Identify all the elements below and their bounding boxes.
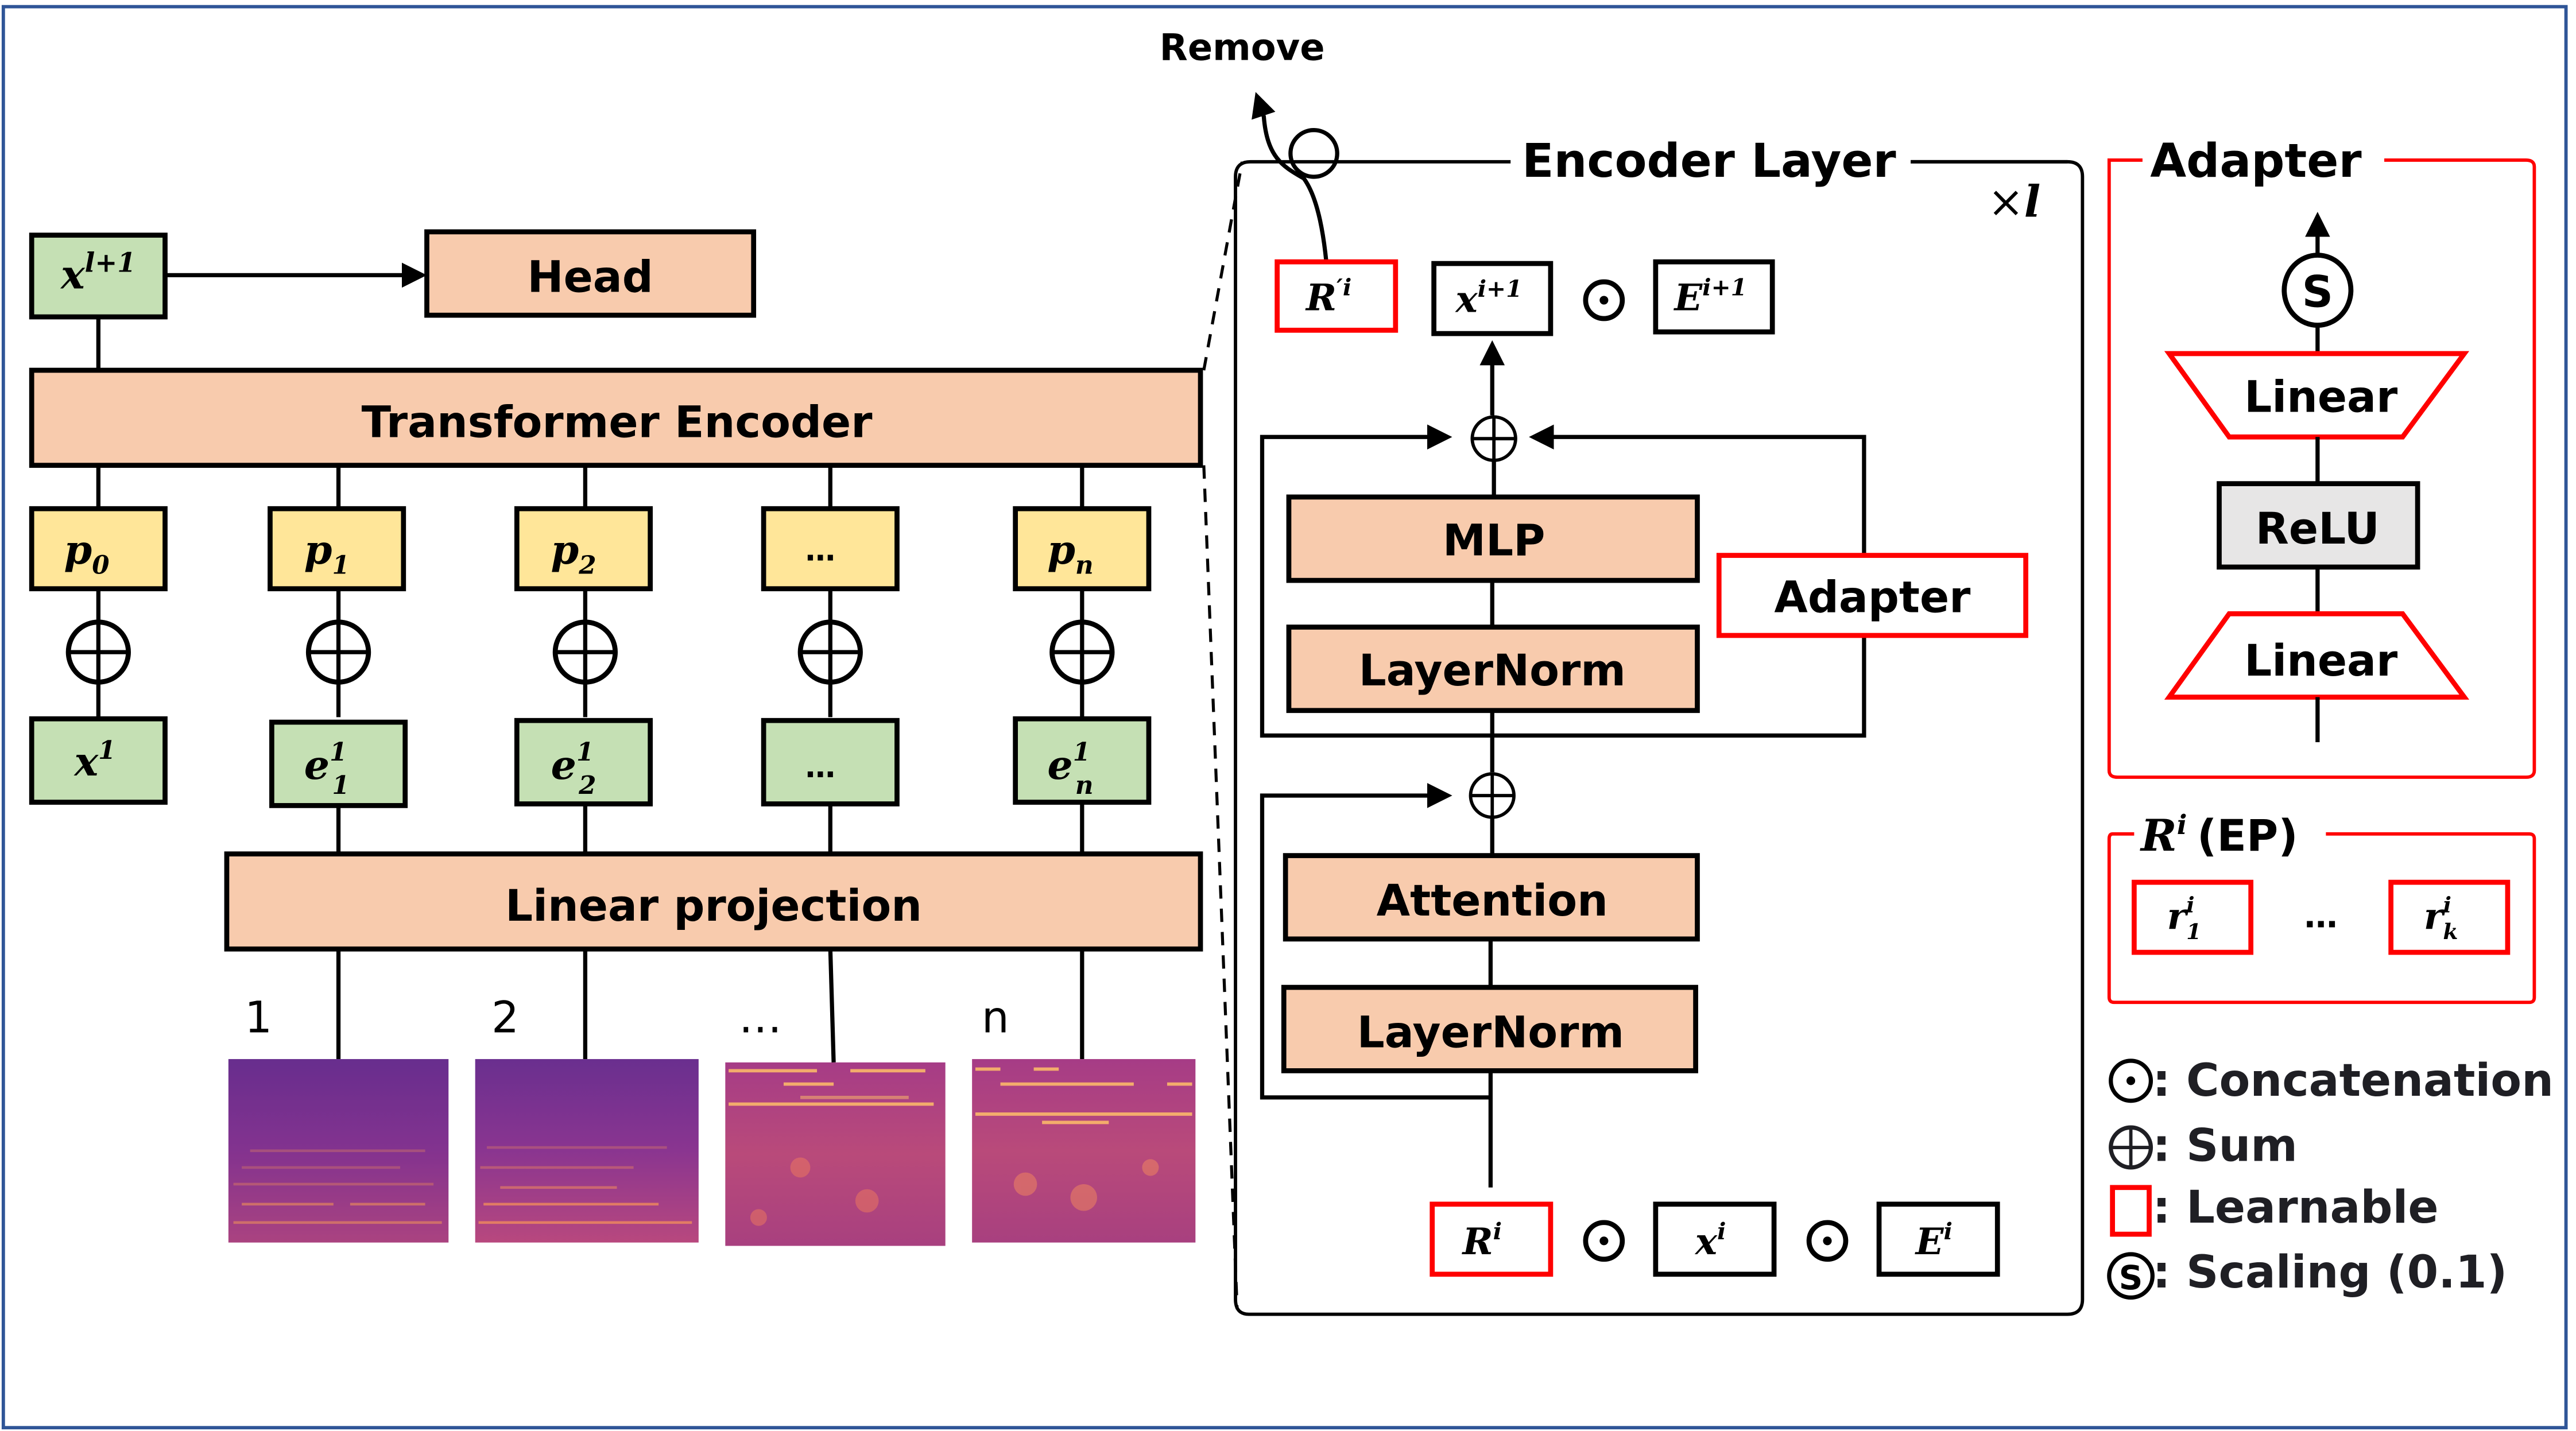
spectrogram-patch [475, 1059, 699, 1243]
encoder-layer-frame [1234, 160, 2085, 1316]
transformer-encoder-label: Transformer Encoder [362, 397, 873, 447]
sum-icon [552, 588, 618, 718]
remove-label: Remove [1160, 27, 1325, 69]
head-label: Head [527, 251, 653, 302]
linear-up-label: Linear [2244, 372, 2398, 422]
relu-label: ReLU [2256, 503, 2380, 554]
learnable-icon [2110, 1185, 2152, 1237]
patch-wire [828, 949, 836, 1062]
concat-icon [1583, 1220, 1625, 1262]
linear-projection-label: Linear projection [505, 881, 922, 931]
sum-icon [1470, 415, 1517, 462]
encoder-layer-title: Encoder Layer [1522, 134, 1896, 188]
adapter-detail-panel: Adapter S Linear ReLU Linear [2107, 134, 2536, 779]
pipeline-panel: xl+1 Head Transformer Encoder p0 p1 p2 …… [29, 229, 1203, 1246]
legend-item-learnable: : Learnable [2110, 1181, 2439, 1237]
expert-prompt-panel: Ri (EP) ri 1 … ri k [2107, 809, 2536, 1005]
mlp-label: MLP [1443, 515, 1545, 566]
repeat-count: ×l [1988, 176, 2040, 227]
sum-icon [1469, 772, 1516, 819]
concat-icon [1806, 1220, 1849, 1262]
token-columns: p0 p1 p2 … pn x1 e1 1 e1 2 … e1 n [29, 465, 1152, 854]
legend-item-scaling: S : Scaling (0.1) [2107, 1246, 2507, 1300]
attention-label: Attention [1377, 875, 1608, 926]
legend-label: : Concatenation [2152, 1054, 2554, 1107]
adapter-label: Adapter [1774, 572, 1971, 622]
patch-index-label: 2 [491, 992, 519, 1043]
encoder-layer-panel: Encoder Layer ×l Remove R′i xi+1 Ei+1 ML… [1160, 27, 2085, 1316]
patch-index-label: 1 [245, 992, 272, 1043]
spectrogram-patch [725, 1062, 946, 1246]
spectrogram-patch [972, 1059, 1196, 1243]
legend-label: : Learnable [2152, 1181, 2438, 1234]
legend-label: : Scaling (0.1) [2152, 1246, 2507, 1298]
scaling-icon: S [2107, 1252, 2155, 1300]
sum-icon [797, 588, 863, 718]
layernorm-top-label: LayerNorm [1359, 645, 1626, 696]
diagram: xl+1 Head Transformer Encoder p0 p1 p2 …… [1, 5, 2568, 1430]
legend-label: : Sum [2152, 1119, 2298, 1172]
scaling-icon: S [2281, 253, 2354, 328]
token-label: … [805, 750, 835, 785]
legend-item-sum: : Sum [2109, 1119, 2298, 1172]
sum-icon [1049, 588, 1115, 718]
legend: : Concatenation : Sum : Learnable S : Sc… [2107, 1054, 2554, 1300]
ep-title: Ri (EP) [2140, 809, 2298, 861]
positional-label: … [805, 533, 835, 568]
sum-icon [2109, 1125, 2153, 1170]
spectrogram-patch [228, 1059, 449, 1243]
svg-text:S: S [2302, 267, 2333, 317]
linear-down-label: Linear [2244, 635, 2398, 686]
patch-index-label: n [982, 992, 1009, 1043]
patch-index-label: … [739, 992, 782, 1043]
layernorm-bottom-label: LayerNorm [1357, 1007, 1624, 1058]
adapter-detail-title: Adapter [2150, 134, 2361, 188]
zoom-guide-bottom [1202, 465, 1239, 1309]
sum-icon [305, 588, 371, 718]
concat-icon [1583, 279, 1625, 321]
legend-item-concatenation: : Concatenation [2109, 1054, 2554, 1107]
svg-text:S: S [2119, 1258, 2143, 1297]
concat-icon [2109, 1058, 2153, 1103]
sum-icon [65, 588, 131, 718]
ep-ellipsis: … [2304, 896, 2338, 935]
